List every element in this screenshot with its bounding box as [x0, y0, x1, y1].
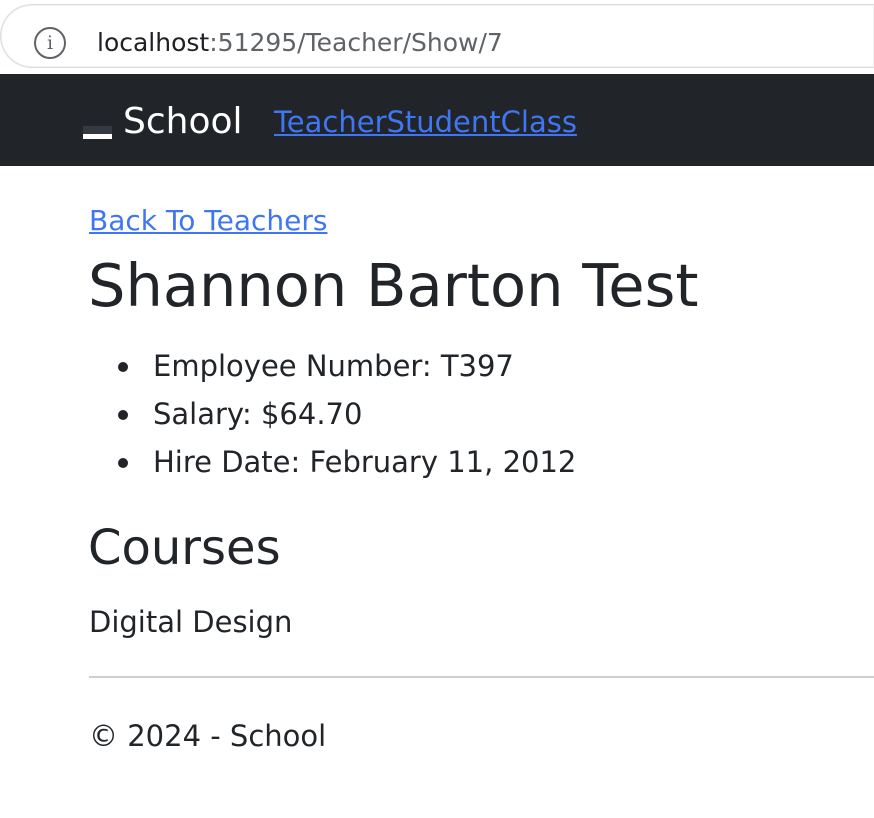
page-title: Shannon Barton Test [88, 251, 699, 320]
url-field[interactable]: i localhost:51295/Teacher/Show/7 [0, 4, 874, 68]
teacher-details-list: Employee Number: T397 Salary: $64.70 Hir… [90, 342, 576, 486]
navbar-toggler-icon[interactable] [83, 126, 112, 139]
url-path: :51295/Teacher/Show/7 [209, 28, 503, 57]
nav-link-teacher-student-class[interactable]: TeacherStudentClass [274, 102, 577, 142]
hire-date-item: Hire Date: February 11, 2012 [90, 438, 576, 486]
footer-text: © 2024 - School [89, 719, 327, 753]
url-host: localhost [97, 28, 210, 57]
salary-item: Salary: $64.70 [90, 390, 576, 438]
course-item: Digital Design [89, 605, 293, 639]
browser-address-bar: i localhost:51295/Teacher/Show/7 [0, 0, 874, 74]
url-text[interactable]: localhost:51295/Teacher/Show/7 [97, 27, 503, 59]
info-icon[interactable]: i [34, 27, 66, 59]
employee-number-item: Employee Number: T397 [90, 342, 576, 390]
footer-divider [89, 676, 874, 678]
back-to-teachers-link[interactable]: Back To Teachers [89, 202, 327, 240]
navbar-brand[interactable]: School [123, 100, 243, 144]
courses-heading: Courses [88, 520, 281, 576]
